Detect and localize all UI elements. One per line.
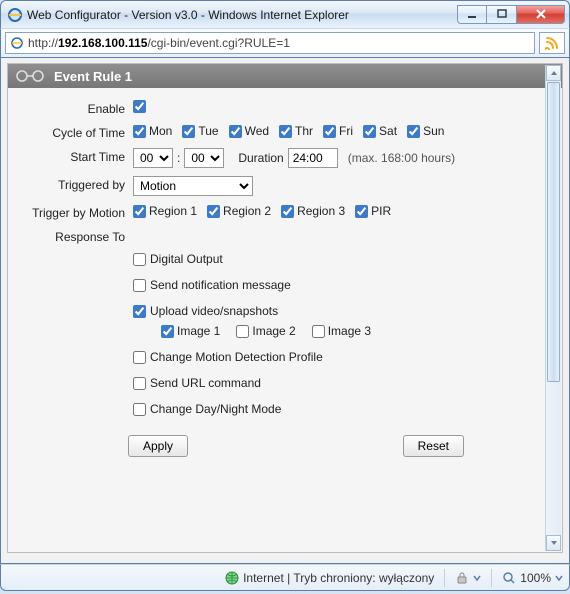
day-thr-label: Thr [295,124,313,138]
region2-checkbox[interactable] [207,205,220,218]
resp-url-checkbox[interactable] [133,377,146,390]
resp-digital-checkbox[interactable] [133,253,146,266]
image1-checkbox[interactable] [161,325,174,338]
day-fri-label: Fri [339,124,353,138]
url-scheme: http:// [28,36,58,50]
day-sat-label: Sat [379,124,397,138]
resp-upload-checkbox[interactable] [133,305,146,318]
zoom-value: 100% [520,571,551,585]
chevron-down-icon [473,574,481,582]
ie-icon [7,7,23,23]
zoom-icon [502,571,516,585]
label-cycle: Cycle of Time [8,124,133,140]
scroll-up-button[interactable] [546,65,561,81]
label-start: Start Time [8,148,133,164]
page-icon [10,36,24,50]
rule-header: Event Rule 1 [8,64,562,88]
region1-label: Region 1 [149,204,197,218]
day-wed-label: Wed [245,124,269,138]
scroll-thumb[interactable] [547,82,560,382]
lock-icon [455,571,469,585]
scroll-down-button[interactable] [546,535,561,551]
window-titlebar: Web Configurator - Version v3.0 - Window… [0,0,570,28]
duration-hint: (max. 168:00 hours) [348,151,455,165]
rule-title: Event Rule 1 [48,69,132,84]
url-path: /cgi-bin/event.cgi?RULE=1 [147,36,289,50]
pir-label: PIR [371,204,391,218]
resp-daynight-checkbox[interactable] [133,403,146,416]
time-colon: : [177,151,180,165]
apply-button[interactable]: Apply [128,435,188,457]
address-box[interactable]: http://192.168.100.115/cgi-bin/event.cgi… [5,32,535,54]
resp-profile-label: Change Motion Detection Profile [150,350,323,364]
image3-checkbox[interactable] [312,325,325,338]
protected-mode-toggle[interactable] [455,571,481,585]
window-title: Web Configurator - Version v3.0 - Window… [27,8,457,22]
zoom-control[interactable]: 100% [502,571,563,585]
label-triggered-by: Triggered by [8,176,133,192]
day-thr-checkbox[interactable] [279,125,292,138]
close-button[interactable] [517,5,565,24]
resp-url-label: Send URL command [150,376,261,390]
resp-upload-label: Upload video/snapshots [150,304,278,318]
image2-checkbox[interactable] [236,325,249,338]
feed-button[interactable] [539,32,565,54]
event-form: Enable Cycle of Time Mon Tue Wed Thr Fri… [8,88,544,471]
page-content: Event Rule 1 Enable Cycle of Time Mon Tu… [7,63,563,553]
reset-button[interactable]: Reset [403,435,464,457]
status-bar: Internet | Tryb chroniony: wyłączony 100… [0,564,570,591]
region3-label: Region 3 [297,204,345,218]
client-area: Event Rule 1 Enable Cycle of Time Mon Tu… [0,58,570,564]
day-tue-checkbox[interactable] [182,125,195,138]
vertical-scrollbar[interactable] [545,65,561,551]
globe-icon [225,571,239,585]
glasses-icon [8,64,48,88]
triggered-by-select[interactable]: Motion [133,176,253,196]
resp-profile-checkbox[interactable] [133,351,146,364]
region3-checkbox[interactable] [281,205,294,218]
duration-input[interactable] [288,148,338,168]
response-list: Digital Output Send notification message… [133,252,544,416]
day-mon-checkbox[interactable] [133,125,146,138]
resp-daynight-label: Change Day/Night Mode [150,402,281,416]
chevron-down-icon [555,574,563,582]
day-sun-label: Sun [423,124,444,138]
day-sun-checkbox[interactable] [407,125,420,138]
day-fri-checkbox[interactable] [323,125,336,138]
day-sat-checkbox[interactable] [363,125,376,138]
enable-checkbox[interactable] [133,100,146,113]
image1-label: Image 1 [177,324,220,338]
resp-notify-label: Send notification message [150,278,291,292]
label-response-to: Response To [8,228,133,244]
image2-label: Image 2 [252,324,295,338]
start-minute-select[interactable]: 00 [184,148,224,168]
day-wed-checkbox[interactable] [229,125,242,138]
address-bar: http://192.168.100.115/cgi-bin/event.cgi… [0,28,570,58]
window-buttons [457,5,565,24]
status-zone: Internet | Tryb chroniony: wyłączony [243,571,434,585]
image3-label: Image 3 [328,324,371,338]
button-row: Apply Reset [8,428,544,463]
maximize-button[interactable] [487,5,517,24]
day-tue-label: Tue [198,124,218,138]
label-duration: Duration [238,151,283,165]
day-mon-label: Mon [149,124,172,138]
label-enable: Enable [8,100,133,116]
region1-checkbox[interactable] [133,205,146,218]
resp-digital-label: Digital Output [150,252,223,266]
start-hour-select[interactable]: 00 [133,148,173,168]
minimize-button[interactable] [457,5,487,24]
url-host: 192.168.100.115 [58,36,147,50]
label-trigger-motion: Trigger by Motion [8,204,133,220]
pir-checkbox[interactable] [355,205,368,218]
url-text: http://192.168.100.115/cgi-bin/event.cgi… [28,36,530,50]
resp-notify-checkbox[interactable] [133,279,146,292]
region2-label: Region 2 [223,204,271,218]
